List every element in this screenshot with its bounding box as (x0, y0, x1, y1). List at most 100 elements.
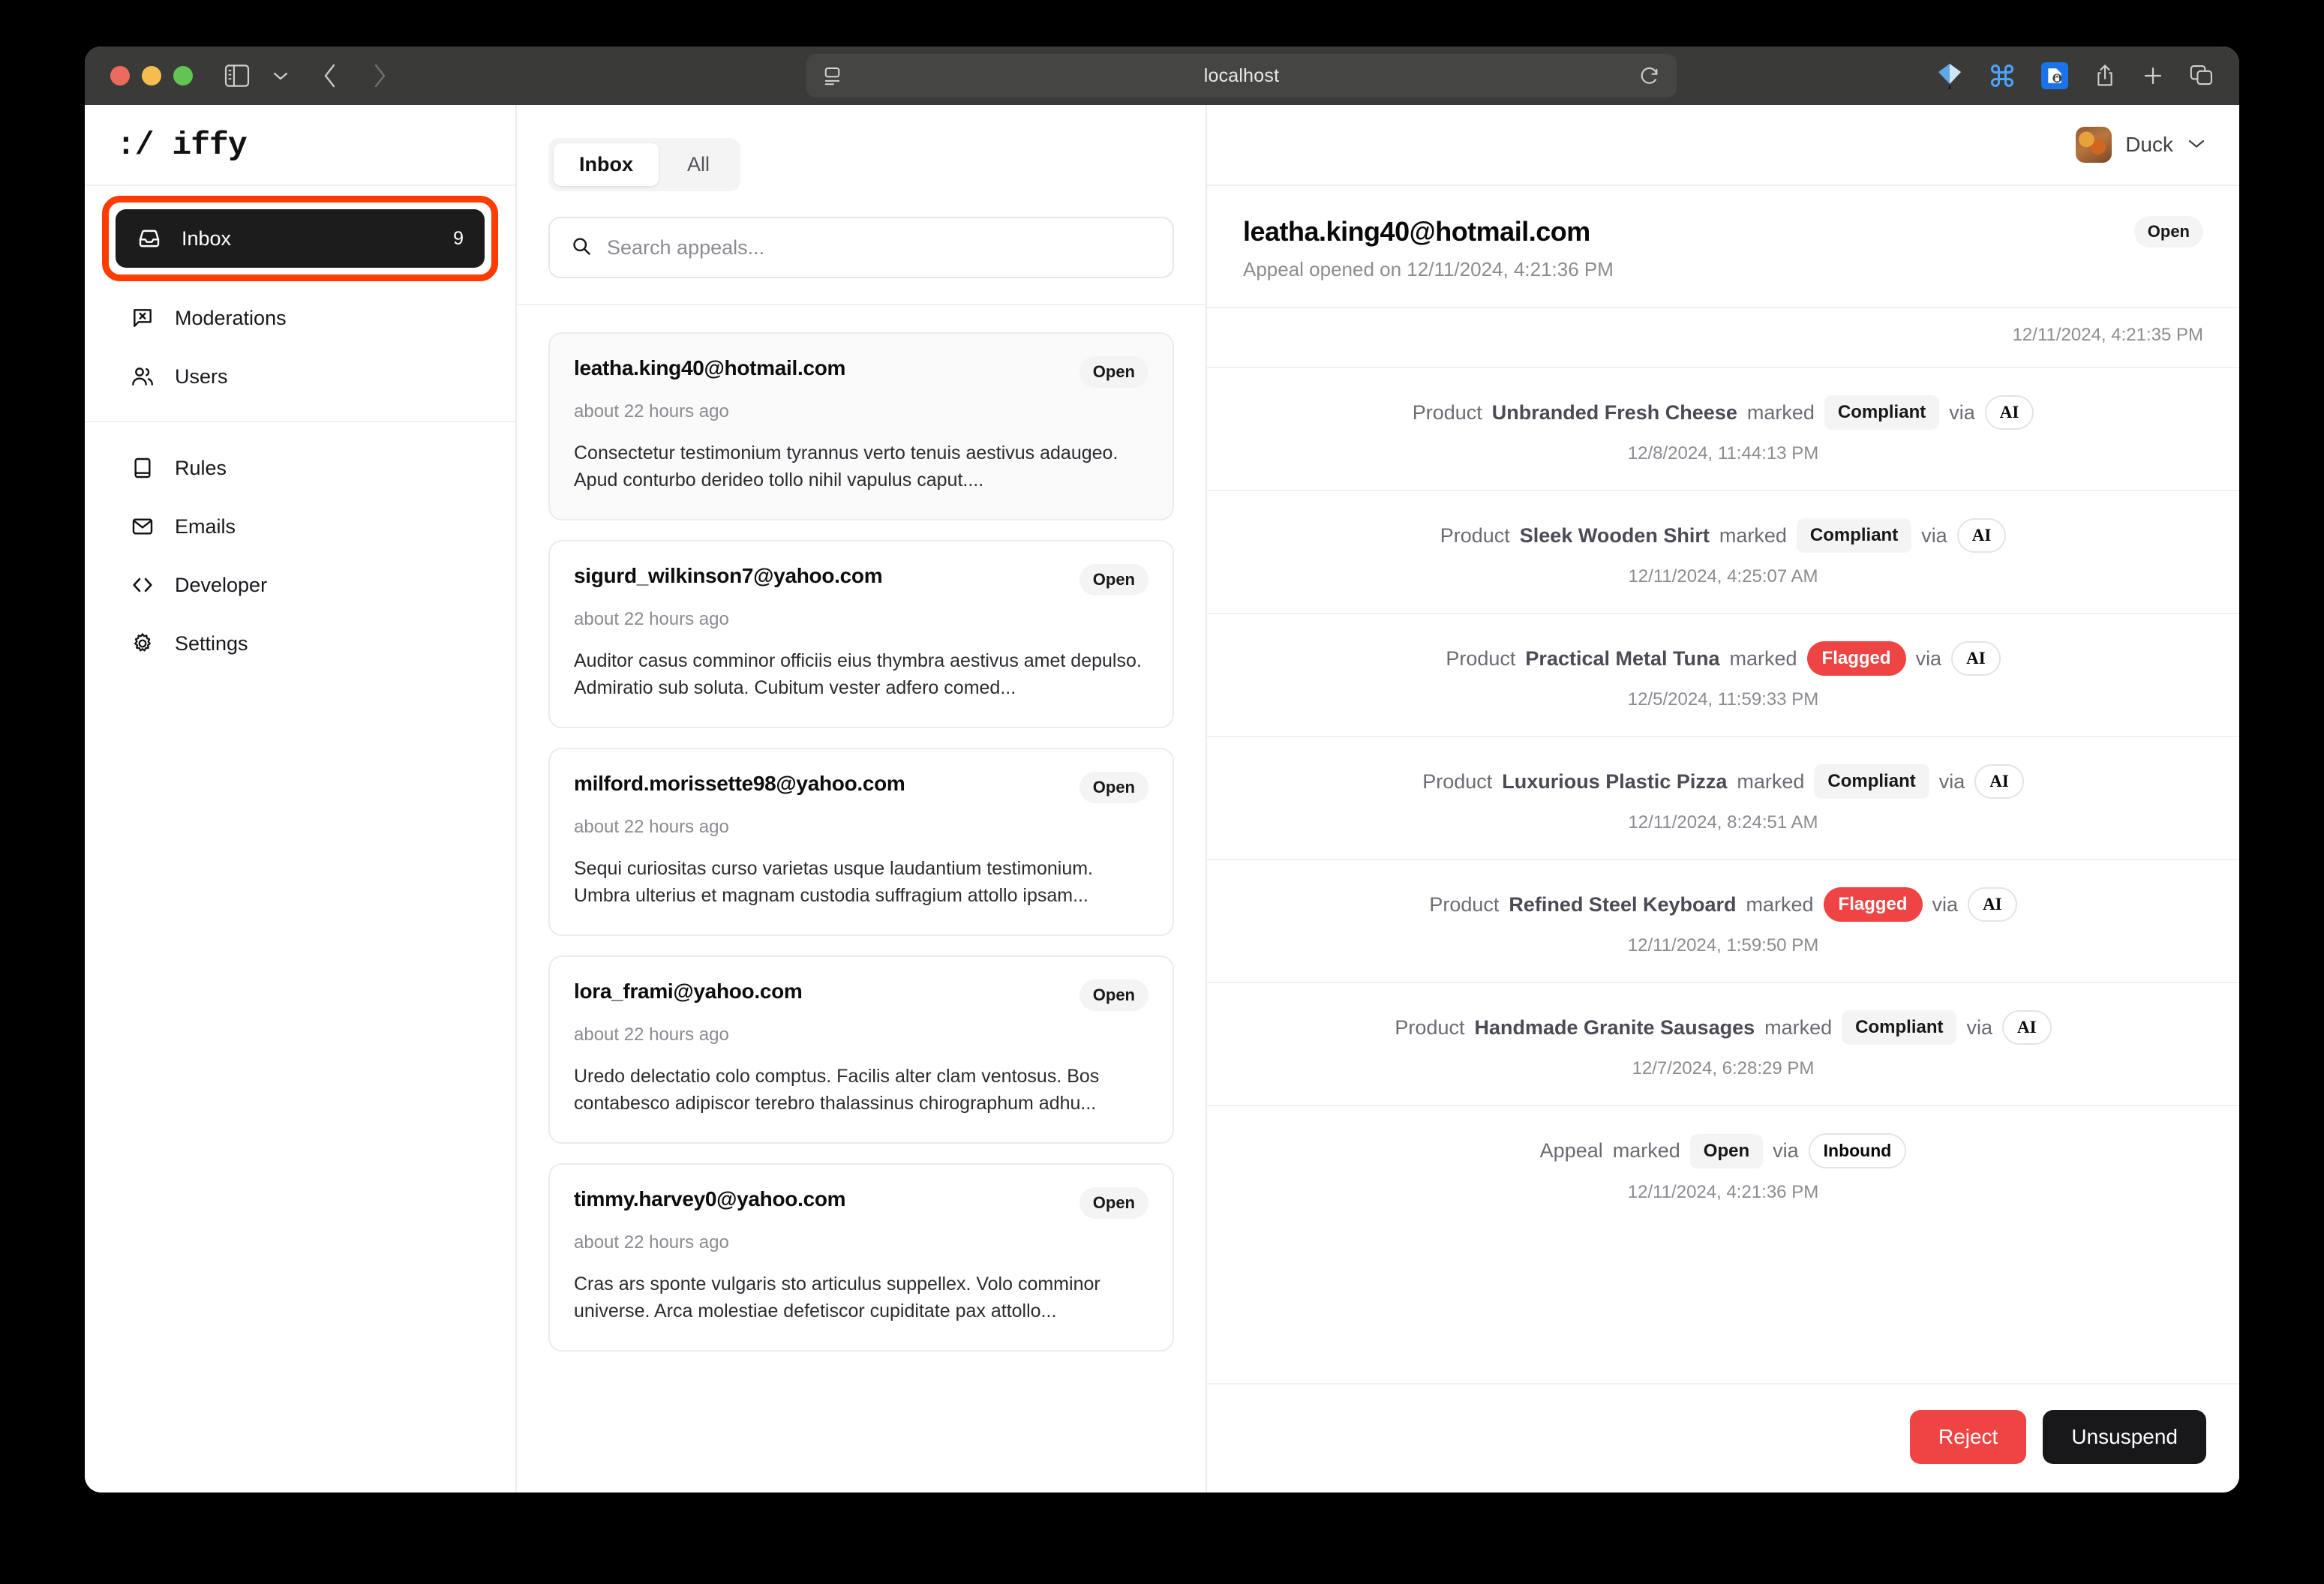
reload-icon[interactable] (1633, 59, 1666, 92)
event-prefix: Product (1395, 1016, 1465, 1039)
event-subject: Refined Steel Keyboard (1509, 892, 1737, 916)
event-via-label: via (1921, 524, 1947, 547)
list-item[interactable]: timmy.harvey0@yahoo.com Open about 22 ho… (548, 1163, 1174, 1352)
event-subject: Practical Metal Tuna (1525, 646, 1720, 670)
search-input[interactable] (607, 236, 1151, 260)
event-verb: marked (1746, 892, 1814, 916)
event-prefix: Appeal (1539, 1139, 1603, 1162)
command-key-icon[interactable] (1989, 62, 2016, 89)
user-menu[interactable]: Duck (2076, 127, 2206, 163)
event-timestamp: 12/5/2024, 11:59:33 PM (1627, 689, 1819, 710)
new-tab-icon[interactable] (2142, 64, 2164, 87)
sidebar-item-moderations[interactable]: Moderations (109, 289, 491, 347)
status-badge: Open (2133, 216, 2203, 248)
list-item-excerpt: Cras ars sponte vulgaris sto articulus s… (574, 1274, 1100, 1322)
event-via-badge: AI (1968, 887, 2017, 922)
app-root: :/ iffy Inbox 9 Moderations Users Rules … (85, 105, 2239, 1492)
appeal-timeline: 12/11/2024, 4:21:35 PM Product Unbranded… (1207, 307, 2239, 1228)
sidebar-item-label: Rules (175, 456, 227, 479)
page-settings-icon[interactable] (823, 64, 845, 87)
unsuspend-button[interactable]: Unsuspend (2043, 1410, 2206, 1464)
timeline-row: Product Handmade Granite Sausages marked… (1207, 982, 2239, 1105)
maximize-window-button[interactable] (173, 66, 193, 86)
sidebar-item-inbox[interactable]: Inbox 9 (116, 209, 485, 268)
event-via-badge: AI (1951, 641, 2001, 676)
moderation-icon (130, 305, 155, 331)
chevron-down-icon[interactable] (265, 70, 296, 81)
sidebar-item-label: Emails (175, 514, 236, 538)
list-item[interactable]: lora_frami@yahoo.com Open about 22 hours… (548, 956, 1174, 1144)
address-bar[interactable]: localhost (806, 54, 1677, 98)
sidebar-item-users[interactable]: Users (109, 347, 491, 406)
list-item-excerpt: Auditor casus comminor officiis eius thy… (574, 650, 1142, 698)
minimize-window-button[interactable] (142, 66, 161, 86)
sidebar-item-rules[interactable]: Rules (109, 439, 491, 497)
search-icon (571, 236, 592, 260)
list-item-email: milford.morissette98@yahoo.com (574, 772, 905, 795)
envelope-icon (130, 514, 155, 539)
list-item-email: timmy.harvey0@yahoo.com (574, 1187, 846, 1210)
nav-forward-icon[interactable] (371, 63, 388, 88)
appeal-detail-panel: Duck leatha.king40@hotmail.com Open Appe… (1207, 105, 2239, 1492)
code-icon (130, 572, 155, 598)
list-item[interactable]: leatha.king40@hotmail.com Open about 22 … (548, 332, 1174, 520)
event-subject: Handmade Granite Sausages (1474, 1016, 1755, 1039)
event-via-label: via (1966, 1016, 1992, 1039)
user-name: Duck (2125, 133, 2173, 156)
event-status-badge: Open (1689, 1133, 1764, 1168)
event-prefix: Product (1440, 524, 1510, 547)
search-field[interactable] (548, 217, 1174, 278)
inbox-badge-count: 9 (453, 227, 464, 249)
share-icon[interactable] (2094, 64, 2116, 88)
event-status-badge: Compliant (1814, 764, 1929, 799)
event-timestamp: 12/8/2024, 11:44:13 PM (1627, 443, 1819, 464)
list-item[interactable]: sigurd_wilkinson7@yahoo.com Open about 2… (548, 540, 1174, 728)
extension-icons (1936, 62, 2068, 90)
sidebar-item-developer[interactable]: Developer (109, 556, 491, 614)
appeals-list[interactable]: leatha.king40@hotmail.com Open about 22 … (517, 305, 1206, 1492)
timeline-row: Product Practical Metal Tuna marked Flag… (1207, 613, 2239, 736)
event-prefix: Product (1422, 770, 1493, 793)
list-item-time: about 22 hours ago (574, 817, 729, 837)
timeline-row: Product Luxurious Plastic Pizza marked C… (1207, 736, 2239, 859)
event-subject: Sleek Wooden Shirt (1519, 524, 1710, 547)
sidebar-item-emails[interactable]: Emails (109, 497, 491, 556)
avatar (2076, 127, 2112, 163)
event-verb: marked (1612, 1139, 1680, 1162)
brand: :/ iffy (85, 105, 515, 186)
nav-back-icon[interactable] (322, 63, 338, 88)
event-via-label: via (1938, 770, 1965, 793)
event-verb: marked (1737, 770, 1805, 793)
appeals-list-header: Inbox All (517, 105, 1206, 305)
event-verb: marked (1719, 524, 1787, 547)
browser-titlebar: localhost (85, 46, 2239, 105)
event-via-badge: AI (1984, 395, 2034, 430)
event-timestamp: 12/11/2024, 4:25:07 AM (1628, 566, 1818, 586)
page-title: leatha.king40@hotmail.com (1243, 216, 1590, 247)
list-item-time: about 22 hours ago (574, 609, 729, 629)
sidebar-toggle-icon[interactable] (224, 64, 250, 87)
event-timestamp: 12/11/2024, 4:21:36 PM (1627, 1182, 1819, 1202)
event-verb: marked (1746, 400, 1815, 424)
event-prefix: Product (1412, 400, 1482, 424)
tab-overview-icon[interactable] (2190, 64, 2214, 87)
diamond-extension-icon[interactable] (1936, 62, 1963, 90)
tab-all[interactable]: All (662, 143, 735, 186)
reject-button[interactable]: Reject (1909, 1410, 2027, 1464)
sidebar-item-label: Settings (175, 632, 248, 655)
event-prefix: Product (1446, 646, 1516, 670)
list-item[interactable]: milford.morissette98@yahoo.com Open abou… (548, 748, 1174, 936)
close-window-button[interactable] (110, 66, 130, 86)
inbox-icon (137, 226, 162, 251)
event-via-badge: Inbound (1808, 1133, 1907, 1168)
tab-inbox[interactable]: Inbox (554, 143, 659, 186)
window-controls (110, 66, 193, 86)
sidebar-item-settings[interactable]: Settings (109, 614, 491, 673)
appeals-tabs: Inbox All (548, 138, 741, 191)
topbar: Duck (1207, 105, 2239, 186)
gear-icon (130, 631, 155, 656)
shield-lock-extension-icon[interactable] (2041, 62, 2068, 89)
event-via-badge: AI (1974, 764, 2024, 799)
inbox-highlight-ring: Inbox 9 (102, 196, 498, 281)
event-via-badge: AI (2002, 1010, 2052, 1045)
